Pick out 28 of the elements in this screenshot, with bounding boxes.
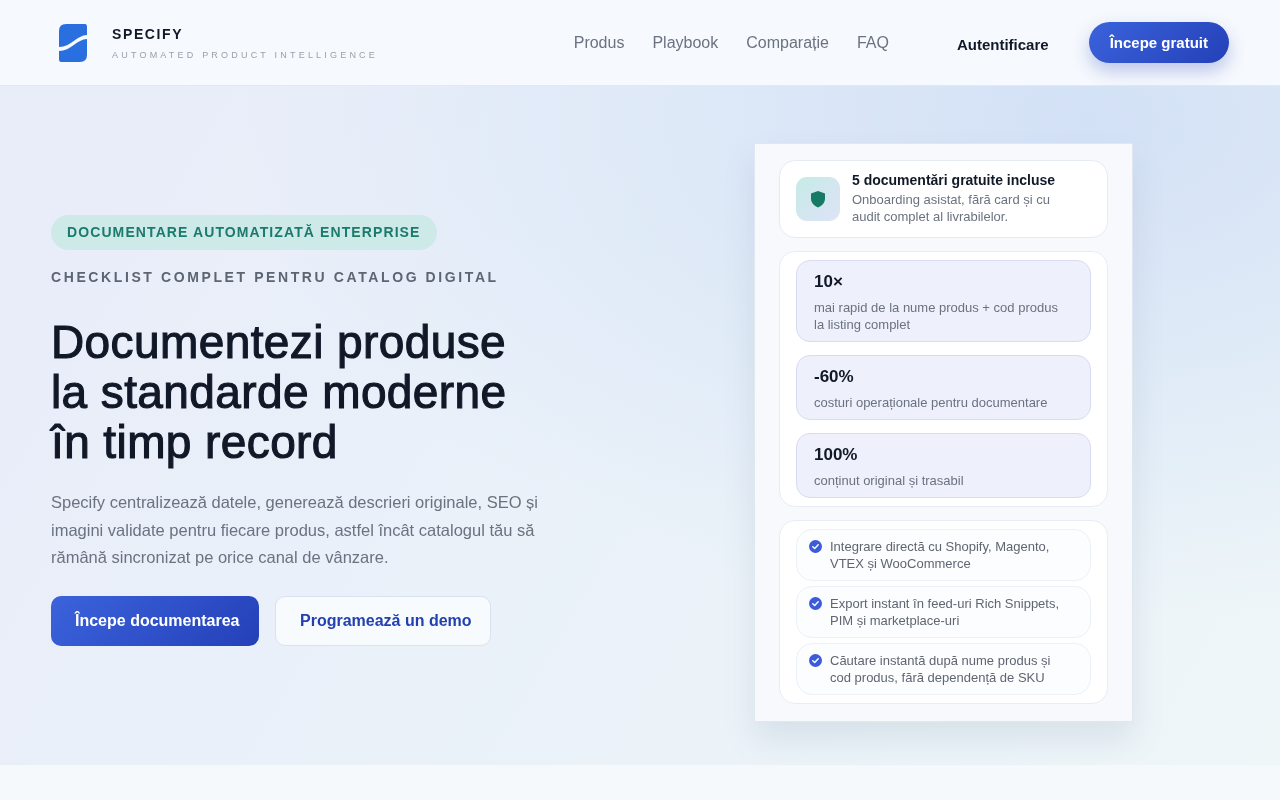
stat-value: 100%	[814, 445, 859, 465]
nav-link[interactable]: Playbook	[652, 33, 719, 52]
start-documenting-button[interactable]: Începe documentarea	[51, 595, 259, 646]
login-link[interactable]: Autentificare	[956, 32, 1049, 53]
brand-tagline: AUTOMATED PRODUCT INTELLIGENCE	[112, 49, 379, 60]
offer-title: 5 documentări gratuite incluse	[852, 172, 1057, 189]
stat-label: mai rapid de la nume produs + cod produs la listing complet	[814, 299, 1059, 333]
hero-eyebrow: CHECKLIST COMPLET PENTRU CATALOG DIGITAL	[51, 269, 499, 285]
hero-heading: în timp record	[51, 417, 339, 467]
offer-text: Onboarding asistat, fără card și cu audit complet al livrabilelor.	[852, 191, 1051, 225]
hero-heading: la standarde moderne	[51, 367, 507, 417]
hero-description: Specify centralizează datele, generează descrieri originale, SEO și imagini validate pentru fiecare produs, astfel încât catalogul tău să rămână sincronizat pe orice canal de vânzare.	[51, 492, 539, 568]
feature-text: Export instant în feed-uri Rich Snippets, PIM și marketplace-uri	[830, 595, 1061, 629]
nav-link[interactable]: FAQ	[856, 33, 889, 52]
hero-heading: Documentezi produse	[51, 317, 507, 367]
schedule-demo-button[interactable]: Programează un demo	[275, 595, 491, 646]
brand-name: SPECIFY	[112, 25, 185, 42]
feature-text: Integrare directă cu Shopify, Magento, VTEX și WooCommerce	[830, 538, 1051, 572]
nav-link[interactable]: Produs	[573, 33, 625, 52]
shield-icon	[796, 176, 840, 221]
nav-link[interactable]: Comparație	[746, 33, 829, 52]
hero-badge: DOCUMENTARE AUTOMATIZATĂ ENTERPRISE	[51, 215, 437, 250]
start-free-button[interactable]: Începe gratuit	[1088, 22, 1229, 63]
feature-text: Căutare instantă după nume produs și cod produs, fără dependență de SKU	[830, 652, 1052, 686]
stat-value: 10×	[814, 272, 844, 292]
stat-label: conținut original și trasabil	[814, 472, 965, 489]
stat-label: costuri operaționale pentru documentare	[814, 394, 1049, 411]
stat-value: -60%	[814, 367, 855, 387]
